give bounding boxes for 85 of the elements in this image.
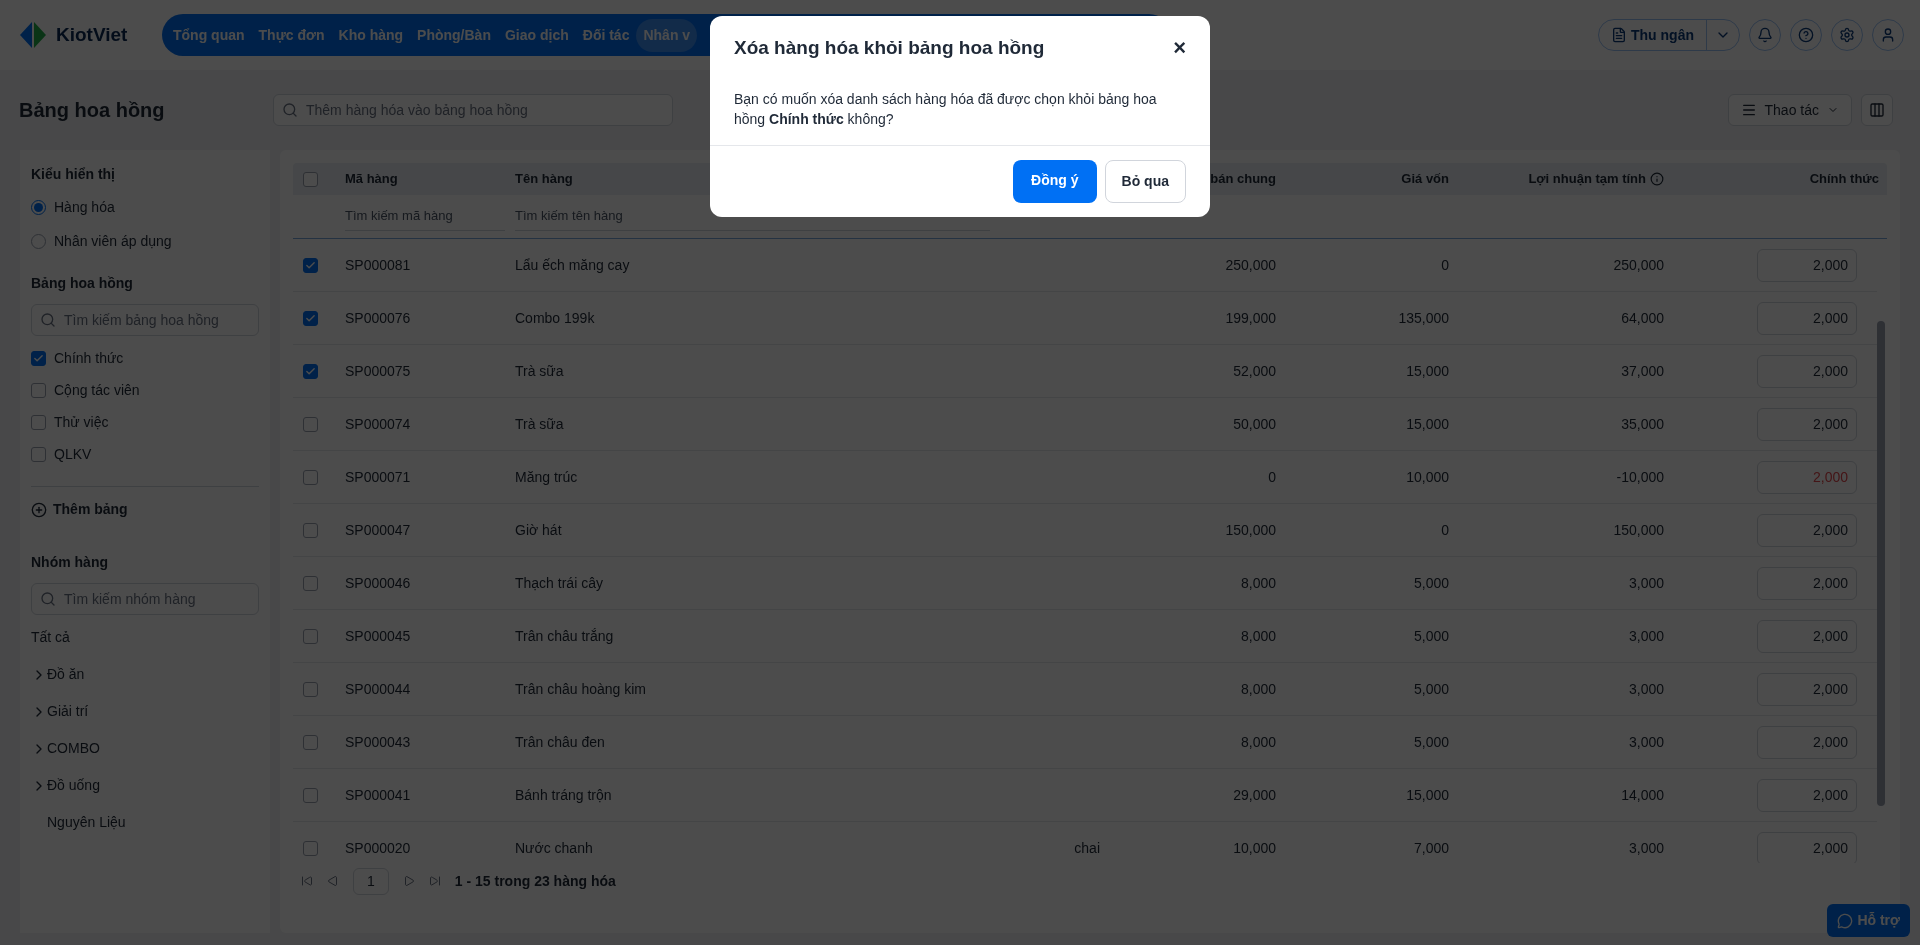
table-cell-text: Bánh tráng trộn — [515, 785, 613, 805]
dialog-message: Bạn có muốn xóa danh sách hàng hóa đã được chọn khỏi bảng hoa hồng Chính thức không? — [733, 89, 1158, 129]
table-cell-text: Combo 199k — [515, 308, 596, 328]
table-cell-text: Trà sữa — [515, 361, 565, 381]
table-cell-text: 3,000 — [1627, 838, 1664, 858]
table-cell-text: 0 — [1267, 467, 1276, 487]
table-cell-text: SP000044 — [345, 679, 412, 699]
table-cell-text: 199,000 — [1224, 308, 1276, 328]
logo-text: KiotViet — [56, 22, 128, 47]
confirm-button[interactable]: Đồng ý — [1013, 159, 1097, 203]
column-header: Lợi nhuận tạm tính — [1528, 170, 1646, 189]
table-cell-text: SP000045 — [345, 626, 412, 646]
section-title: Bảng hoa hồng — [31, 274, 134, 293]
table-cell-text: -10,000 — [1615, 467, 1664, 487]
dialog-title: Xóa hàng hóa khỏi bảng hoa hồng — [734, 36, 1045, 60]
table-cell-text: chai — [1074, 839, 1101, 856]
table-cell-text: SP000046 — [345, 573, 412, 593]
section-title: Kiểu hiển thị — [31, 165, 116, 184]
table-cell-text: 7,000 — [1412, 838, 1449, 858]
table-cell-text: 5,000 — [1412, 679, 1449, 699]
table-cell-text: 15,000 — [1405, 414, 1449, 434]
table-cell-text: 10,000 — [1232, 838, 1276, 858]
table-cell-text: SP000081 — [345, 255, 412, 275]
table-cell-text: SP000047 — [345, 520, 412, 540]
table-cell-text: SP000020 — [345, 838, 412, 858]
checkbox-label: Chính thức — [54, 349, 124, 368]
table-cell-text: 64,000 — [1620, 308, 1664, 328]
table-cell-text: 52,000 — [1232, 361, 1276, 381]
table-cell-text: 3,000 — [1627, 626, 1664, 646]
radio-label: Hàng hóa — [54, 198, 115, 217]
table-cell-text: Lẩu ếch măng cay — [515, 255, 631, 275]
table-cell-text: Trân châu hoàng kim — [515, 679, 647, 699]
table-cell-text: 8,000 — [1239, 732, 1276, 752]
cancel-button[interactable]: Bỏ qua — [1104, 159, 1186, 203]
table-cell-text: 8,000 — [1239, 626, 1276, 646]
table-cell-text: 8,000 — [1239, 573, 1276, 593]
cashier-label: Thu ngân — [1631, 25, 1694, 45]
table-cell-text: 29,000 — [1232, 785, 1276, 805]
column-header: Tên hàng — [515, 170, 574, 189]
table-cell-text: 3,000 — [1627, 679, 1664, 699]
table-cell-text: 15,000 — [1405, 361, 1449, 381]
table-cell-text: Trân châu trắng — [515, 626, 615, 646]
table-cell-text: Măng trúc — [515, 467, 579, 487]
checkbox-label: QLKV — [54, 445, 92, 464]
table-cell-text: 3,000 — [1627, 732, 1664, 752]
checkbox-label: Cộng tác viên — [54, 381, 140, 400]
checkbox-label: Thử việc — [54, 413, 109, 432]
column-header: bán chung — [1210, 171, 1276, 187]
table-cell-text: 14,000 — [1620, 785, 1664, 805]
column-header: Chính thức — [1808, 170, 1880, 189]
table-cell-text: SP000043 — [345, 732, 412, 752]
table-cell-text: 15,000 — [1405, 785, 1449, 805]
column-header: Giá vốn — [1400, 170, 1449, 189]
close-button[interactable]: × — [1173, 37, 1186, 60]
table-cell-text: 135,000 — [1397, 308, 1449, 328]
table-cell-text: 8,000 — [1239, 679, 1276, 699]
table-cell-text: Thạch trái cây — [515, 573, 604, 593]
page-summary: 1 - 15 trong 23 hàng hóa — [454, 871, 616, 891]
table-cell-text: SP000074 — [345, 414, 412, 434]
table-cell-text: 5,000 — [1412, 732, 1449, 752]
table-cell-text: SP000071 — [345, 467, 412, 487]
table-cell-text: 5,000 — [1412, 573, 1449, 593]
table-cell-text: SP000076 — [345, 308, 412, 328]
table-cell-text: 150,000 — [1224, 520, 1276, 540]
table-cell-text: 10,000 — [1405, 467, 1449, 487]
table-cell-text: 150,000 — [1612, 520, 1664, 540]
table-cell-text: 250,000 — [1224, 255, 1276, 275]
table-cell-text: Trà sữa — [515, 414, 565, 434]
table-cell-text: Giờ hát — [515, 520, 563, 540]
radio-label: Nhân viên áp dụng — [54, 232, 172, 251]
table-cell-text: Trân châu đen — [515, 732, 606, 752]
table-cell-text: 5,000 — [1412, 626, 1449, 646]
table-cell-text: 250,000 — [1612, 255, 1664, 275]
table-cell-text: 50,000 — [1232, 414, 1276, 434]
section-title: Nhóm hàng — [31, 553, 109, 572]
table-cell-text: 35,000 — [1620, 414, 1664, 434]
column-header: Mã hàng — [345, 170, 399, 189]
table-cell-text: 3,000 — [1627, 573, 1664, 593]
table-cell-text: Nước chanh — [515, 838, 594, 858]
page-title: Bảng hoa hồng — [19, 98, 166, 123]
table-cell-text: 0 — [1440, 520, 1449, 540]
table-cell-text: 37,000 — [1620, 361, 1664, 381]
table-cell-text: SP000075 — [345, 361, 412, 381]
table-cell-text: SP000041 — [345, 785, 412, 805]
table-cell-text: 0 — [1440, 255, 1449, 275]
